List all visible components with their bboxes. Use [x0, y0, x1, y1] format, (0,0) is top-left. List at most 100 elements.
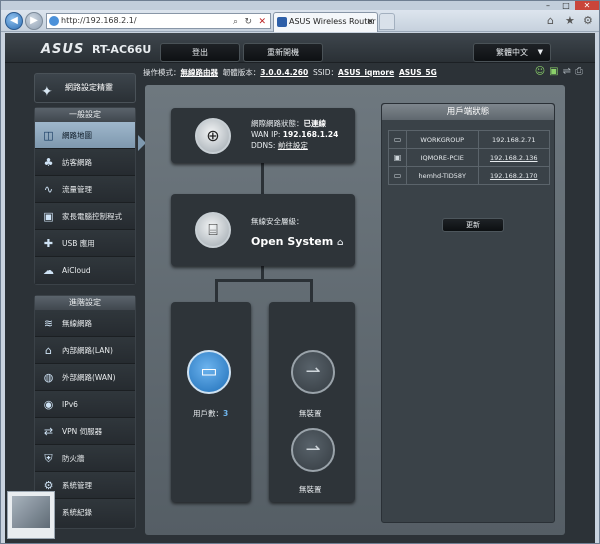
connector-line [310, 279, 313, 302]
menu-item-label: 系統管理 [62, 481, 92, 490]
firewall-icon: ⛨ [44, 452, 53, 465]
usb-icon[interactable]: ⇀ [291, 428, 335, 472]
browser-window: – □ ✕ ◀ ▶ http://192.168.2.1/ ⌕ ↻ ✕ ASUS… [0, 0, 600, 544]
menu-item-label: 外部網路(WAN) [62, 373, 116, 382]
network-map-panel: ⊕ 網際網路狀態：已連線 WAN IP: 192.168.1.24 DDNS: … [145, 85, 565, 535]
menu-item-label: AiCloud [62, 266, 91, 275]
reboot-button[interactable]: 重新開機 [243, 43, 323, 62]
firmware-label: 韌體版本： [222, 68, 261, 77]
usb-2-label: 無裝置 [299, 485, 322, 494]
menu-item-parental-control[interactable]: ▣ 家長電腦控制程式 [35, 203, 135, 230]
client-ip-link[interactable]: 192.168.2.170 [477, 166, 551, 185]
vpn-icon: ⇄ [43, 425, 54, 438]
language-select[interactable]: 繁體中文 ▼ [473, 43, 551, 62]
user-icon[interactable]: ☺ [535, 66, 549, 77]
forward-arrow-icon[interactable]: ▶ [25, 12, 43, 30]
logout-button[interactable]: 登出 [160, 43, 240, 62]
computer-icon: ▣ [388, 148, 407, 167]
computer-icon: ▭ [388, 166, 407, 185]
general-menu: 一般設定 ◫ 網路地圖 ♣ 訪客網路 ∿ 流量管理 ▣ 家長電腦控制程式 ✚ U… [34, 107, 136, 285]
menu-item-traffic-manager[interactable]: ∿ 流量管理 [35, 176, 135, 203]
usb-status-icon[interactable]: ⇌ [563, 66, 575, 77]
computer-icon: ▭ [388, 130, 407, 149]
home-icon[interactable]: ⌂ [547, 14, 554, 27]
client-ip-link[interactable]: 192.168.2.136 [477, 148, 551, 167]
client-status-panel: 用戶端狀態 ▭ WORKGROUP 192.168.2.71 ▣ IQMORE-… [381, 103, 555, 523]
refresh-icon[interactable]: ↻ [244, 15, 252, 29]
usb-icon[interactable]: ⇀ [291, 350, 335, 394]
unlock-icon: ⌂ [337, 238, 344, 248]
menu-item-aicloud[interactable]: ☁ AiCloud [35, 257, 135, 284]
sidebar: ✦ 網路設定精靈 一般設定 ◫ 網路地圖 ♣ 訪客網路 ∿ 流量管理 ▣ 家長電… [34, 73, 136, 543]
clients-count-text: 用戶數：3 [193, 408, 228, 419]
table-row: ▭ WORKGROUP 192.168.2.71 [388, 130, 551, 149]
ssid-1-value[interactable]: ASUS_iqmore [338, 68, 394, 77]
menu-item-label: 家長電腦控制程式 [62, 212, 122, 221]
traffic-manager-icon: ∿ [43, 183, 54, 196]
status-icons: ☺▣⇌⎙ [535, 66, 587, 77]
star-icon[interactable]: ★ [565, 14, 575, 27]
refresh-button[interactable]: 更新 [442, 218, 504, 232]
quick-internet-setup-button[interactable]: ✦ 網路設定精靈 [34, 73, 136, 103]
menu-item-label: 系統紀錄 [62, 508, 92, 517]
watermark-image [12, 496, 50, 528]
clients-label: 用戶數： [193, 409, 223, 418]
wan-ip-value: 192.168.1.24 [282, 130, 339, 139]
tab-close-icon[interactable]: × [366, 13, 374, 31]
mode-label: 操作模式： [143, 68, 181, 77]
menu-item-label: 內部網路(LAN) [62, 346, 113, 355]
menu-item-lan[interactable]: ⌂ 內部網路(LAN) [35, 337, 135, 364]
menu-item-vpn[interactable]: ⇄ VPN 伺服器 [35, 418, 135, 445]
menu-item-wan[interactable]: ◍ 外部網路(WAN) [35, 364, 135, 391]
table-row: ▣ IQMORE-PCIE 192.168.2.136 [388, 148, 551, 167]
network-status-icon[interactable]: ▣ [549, 66, 562, 77]
gear-icon[interactable]: ⚙ [583, 14, 593, 27]
ssid-2-value[interactable]: ASUS_5G [399, 68, 437, 77]
internet-status-label: 網際網路狀態： [251, 119, 304, 128]
internet-status-card[interactable]: ⊕ 網際網路狀態：已連線 WAN IP: 192.168.1.24 DDNS: … [171, 108, 355, 163]
internet-status-text: 網際網路狀態：已連線 WAN IP: 192.168.1.24 DDNS: 前往… [251, 118, 338, 151]
address-bar[interactable]: http://192.168.2.1/ ⌕ ↻ ✕ [46, 13, 271, 29]
browser-tab[interactable]: ASUS Wireless Router RT-... × [273, 12, 378, 32]
menu-item-ipv6[interactable]: ◉ IPv6 [35, 391, 135, 418]
network-map-icon: ◫ [43, 129, 54, 142]
mode-value[interactable]: 無線路由器 [181, 68, 219, 77]
internet-status-value: 已連線 [303, 119, 327, 128]
menu-item-label: 無線網路 [62, 319, 92, 328]
usb-1-label: 無裝置 [299, 409, 322, 418]
usb-card[interactable]: ⇀ 無裝置 ⇀ 無裝置 [269, 302, 355, 502]
printer-icon[interactable]: ⎙ [575, 66, 587, 77]
firmware-value[interactable]: 3.0.0.4.260 [260, 68, 308, 77]
wireless-icon: ≋ [43, 317, 54, 330]
stop-icon[interactable]: ✕ [258, 15, 266, 29]
search-icon[interactable]: ⌕ [233, 15, 238, 29]
menu-item-usb-application[interactable]: ✚ USB 應用 [35, 230, 135, 257]
minimize-button[interactable]: – [539, 1, 557, 10]
menu-item-network-map[interactable]: ◫ 網路地圖 [35, 122, 135, 149]
language-value: 繁體中文 [496, 48, 528, 57]
menu-item-wireless[interactable]: ≋ 無線網路 [35, 310, 135, 337]
menu-item-label: 防火牆 [62, 454, 85, 463]
router-admin-app: ASUS RT-AC66U 登出 重新開機 繁體中文 ▼ 操作模式：無線路由器 … [5, 33, 595, 543]
client-name: hemhd-TID58Y [406, 166, 479, 185]
advanced-menu-title: 進階設定 [35, 296, 135, 310]
close-window-button[interactable]: ✕ [575, 1, 599, 10]
connector-line [215, 279, 218, 302]
clients-card[interactable]: ▭ 用戶數：3 [171, 302, 251, 502]
guest-network-icon: ♣ [43, 156, 54, 169]
ipv6-icon: ◉ [43, 398, 54, 411]
client-table: ▭ WORKGROUP 192.168.2.71 ▣ IQMORE-PCIE 1… [388, 130, 551, 185]
maximize-button[interactable]: □ [557, 1, 575, 10]
menu-item-guest-network[interactable]: ♣ 訪客網路 [35, 149, 135, 176]
menu-item-label: VPN 伺服器 [62, 427, 103, 436]
menu-item-firewall[interactable]: ⛨ 防火牆 [35, 445, 135, 472]
browser-nav-bar: ◀ ▶ http://192.168.2.1/ ⌕ ↻ ✕ ASUS Wirel… [1, 10, 599, 32]
wireless-security-text: Open System [251, 235, 334, 248]
wireless-status-card[interactable]: ⌸ 無線安全層級： Open System ⌂ [171, 194, 355, 266]
globe-icon: ⊕ [195, 118, 231, 154]
new-tab-button[interactable] [379, 13, 395, 30]
aicloud-icon: ☁ [43, 264, 54, 277]
back-arrow-icon[interactable]: ◀ [5, 12, 23, 30]
router-icon: ⌸ [195, 212, 231, 248]
ddns-link[interactable]: 前往設定 [278, 141, 308, 150]
